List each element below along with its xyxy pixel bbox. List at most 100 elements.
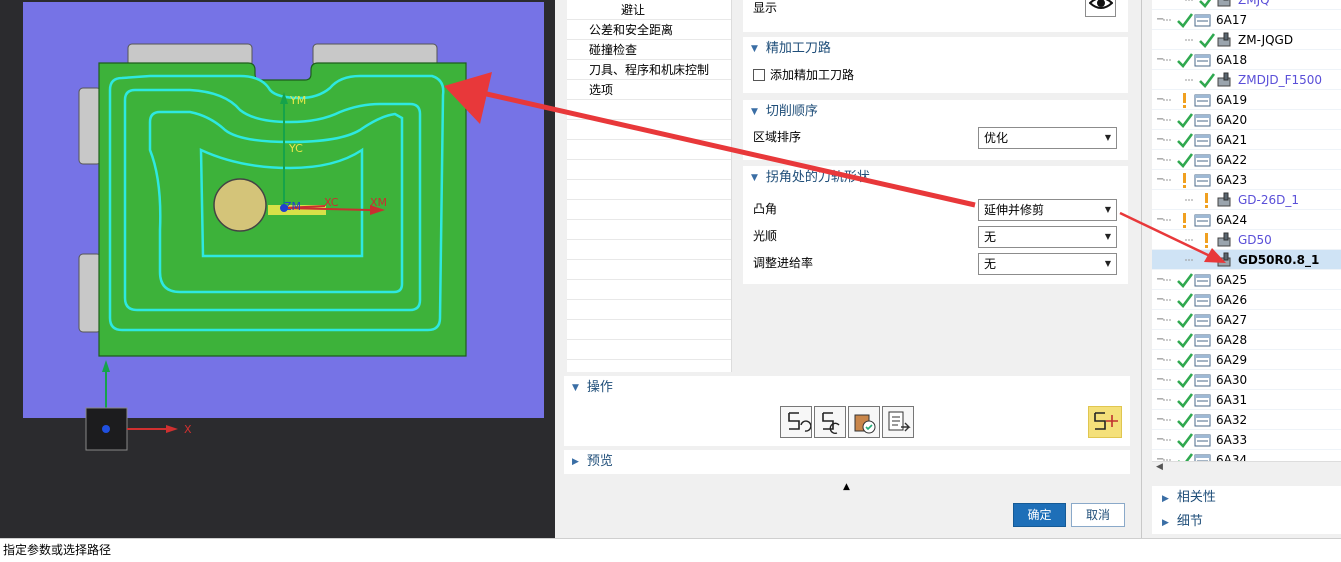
collapse-minus-icon[interactable]: −	[1156, 50, 1164, 70]
program-folder-icon	[1194, 274, 1211, 287]
tree-item-label: 6A23	[1216, 173, 1248, 187]
tree-program-group[interactable]: − 6A31	[1152, 390, 1341, 410]
program-folder-icon	[1194, 294, 1211, 307]
program-folder-icon	[1194, 374, 1211, 387]
tree-program-group[interactable]: − 6A22	[1152, 150, 1341, 170]
operation-tool-icon	[1217, 192, 1231, 207]
collapse-minus-icon[interactable]: −	[1156, 350, 1164, 370]
add-finish-checkbox[interactable]	[753, 69, 765, 81]
collapse-minus-icon[interactable]: −	[1156, 130, 1164, 150]
preview-header[interactable]: ▶ 预览	[564, 450, 1130, 474]
label-zm: ZM	[284, 200, 301, 213]
tree-program-group[interactable]: − 6A18	[1152, 50, 1341, 70]
collapse-minus-icon[interactable]: −	[1156, 450, 1164, 461]
collapse-minus-icon[interactable]: −	[1156, 170, 1164, 190]
collapse-minus-icon[interactable]: −	[1156, 290, 1164, 310]
tree-program-group[interactable]: − 6A32	[1152, 410, 1341, 430]
preview-card: ▶ 预览	[564, 450, 1130, 474]
tree-operation[interactable]: GD50	[1152, 230, 1341, 250]
path-plus-icon	[1094, 412, 1118, 430]
collapse-minus-icon[interactable]: −	[1156, 390, 1164, 410]
program-folder-icon	[1194, 14, 1211, 27]
settings-pane: 显示 ▼ 精加工刀路 添加精加工刀路 ▼ 切削顺序 区域排序 优化 ▼ ▼ 拐角…	[743, 0, 1128, 372]
tree-program-group[interactable]: − 6A28	[1152, 330, 1341, 350]
graphics-viewport[interactable]: YM YC XC XM ZM X	[0, 0, 555, 538]
display-eye-button[interactable]	[1085, 0, 1116, 17]
param-group-item[interactable]: 刀具、程序和机床控制	[567, 60, 731, 80]
collapse-minus-icon[interactable]: −	[1156, 330, 1164, 350]
tree-program-group[interactable]: − 6A19	[1152, 90, 1341, 110]
tree-program-group[interactable]: − 6A27	[1152, 310, 1341, 330]
tree-program-group[interactable]: − 6A21	[1152, 130, 1341, 150]
status-text: 指定参数或选择路径	[3, 543, 112, 557]
smooth-label: 光顺	[753, 229, 778, 243]
collapse-minus-icon[interactable]: −	[1156, 310, 1164, 330]
tree-program-group[interactable]: − 6A20	[1152, 110, 1341, 130]
tree-program-group[interactable]: − 6A34	[1152, 450, 1341, 461]
scroll-left-icon[interactable]: ◀	[1156, 462, 1163, 472]
details-panel[interactable]: ▶ 细节	[1152, 510, 1341, 534]
check-icon	[1177, 133, 1194, 148]
tree-program-group[interactable]: − 6A26	[1152, 290, 1341, 310]
corner-section-title: 拐角处的刀轨形状	[765, 170, 870, 185]
program-folder-icon	[1194, 214, 1211, 227]
list-button[interactable]	[882, 406, 914, 438]
param-group-item[interactable]: 碰撞检查	[567, 40, 731, 60]
parameter-group-list: 避让 公差和安全距离 碰撞检查 刀具、程序和机床控制 选项	[567, 0, 732, 372]
cut-order-header[interactable]: ▼ 切削顺序	[743, 100, 1128, 124]
cancel-button[interactable]: 取消	[1071, 503, 1125, 527]
tree-connector-icon	[1185, 199, 1194, 201]
dependencies-panel[interactable]: ▶ 相关性	[1152, 486, 1341, 510]
convex-corner-select[interactable]: 延伸并修剪 ▼	[978, 199, 1117, 221]
collapse-minus-icon[interactable]: −	[1156, 10, 1164, 30]
generate-tool-path-button[interactable]	[1088, 406, 1122, 438]
tree-connector-icon	[1185, 39, 1194, 41]
collapse-minus-icon[interactable]: −	[1156, 430, 1164, 450]
corner-section-header[interactable]: ▼ 拐角处的刀轨形状	[743, 166, 1128, 190]
smooth-select[interactable]: 无 ▼	[978, 226, 1117, 248]
param-group-item[interactable]: 避让	[567, 0, 731, 20]
convex-corner-label: 凸角	[753, 202, 778, 216]
empty-row	[567, 320, 731, 340]
collapse-minus-icon[interactable]: −	[1156, 210, 1164, 230]
tree-program-group[interactable]: − 6A33	[1152, 430, 1341, 450]
operations-header[interactable]: ▼ 操作	[564, 376, 1130, 400]
collapse-minus-icon[interactable]: −	[1156, 90, 1164, 110]
status-bar: 指定参数或选择路径	[0, 538, 1341, 562]
tree-operation[interactable]: GD-26D_1	[1152, 190, 1341, 210]
tree-operation[interactable]: GD50R0.8_1	[1152, 250, 1341, 270]
tree-program-group[interactable]: − 6A30	[1152, 370, 1341, 390]
region-sort-select[interactable]: 优化 ▼	[978, 127, 1117, 149]
circular-boss	[213, 178, 267, 232]
generate-button[interactable]	[780, 406, 812, 438]
warning-icon	[1205, 193, 1208, 208]
tree-program-group[interactable]: − 6A24	[1152, 210, 1341, 230]
part-model-view[interactable]: YM YC XC XM ZM X	[0, 0, 555, 538]
collapse-minus-icon[interactable]: −	[1156, 110, 1164, 130]
ok-button[interactable]: 确定	[1013, 503, 1066, 527]
tree-item-label: 6A33	[1216, 433, 1248, 447]
tree-operation[interactable]: ZM-JQGD	[1152, 30, 1341, 50]
param-group-item[interactable]: 公差和安全距离	[567, 20, 731, 40]
param-group-item[interactable]: 选项	[567, 80, 731, 100]
tree-operation[interactable]: ZMJQ	[1152, 0, 1341, 10]
collapse-minus-icon[interactable]: −	[1156, 410, 1164, 430]
collapse-minus-icon[interactable]: −	[1156, 150, 1164, 170]
check-icon	[1177, 373, 1194, 388]
check-icon	[1177, 333, 1194, 348]
collapse-minus-icon[interactable]: −	[1156, 370, 1164, 390]
tree-program-group[interactable]: − 6A17	[1152, 10, 1341, 30]
add-finish-label: 添加精加工刀路	[770, 68, 855, 82]
collapse-up-icon[interactable]: ▲	[843, 482, 850, 492]
finish-section-header[interactable]: ▼ 精加工刀路	[743, 37, 1128, 61]
adjust-feed-select[interactable]: 无 ▼	[978, 253, 1117, 275]
tree-program-group[interactable]: − 6A23	[1152, 170, 1341, 190]
replay-button[interactable]	[814, 406, 846, 438]
verify-button[interactable]	[848, 406, 880, 438]
operation-tool-icon	[1217, 32, 1231, 47]
tree-operation[interactable]: ZMDJD_F1500	[1152, 70, 1341, 90]
tree-program-group[interactable]: − 6A25	[1152, 270, 1341, 290]
tree-program-group[interactable]: − 6A29	[1152, 350, 1341, 370]
collapse-minus-icon[interactable]: −	[1156, 270, 1164, 290]
horizontal-scrollbar[interactable]: ◀	[1152, 461, 1341, 477]
